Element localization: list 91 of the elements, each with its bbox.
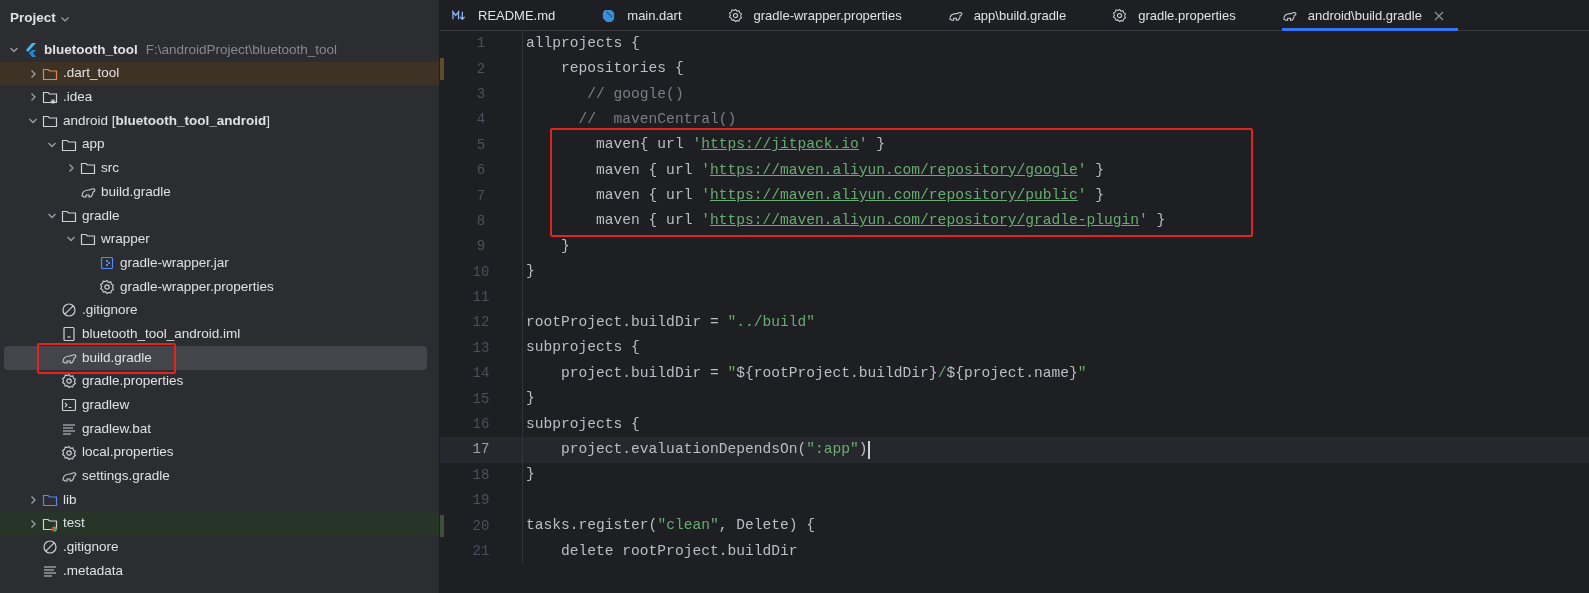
folder-icon xyxy=(80,231,96,248)
tree-item[interactable]: lib xyxy=(4,488,427,512)
terminal-icon xyxy=(61,397,77,414)
tree-item[interactable]: gradlew xyxy=(4,393,427,417)
item-label: gradle xyxy=(82,206,120,225)
tree-item[interactable]: src xyxy=(4,156,427,181)
code-line: } xyxy=(525,389,535,409)
item-label: gradle-wrapper.properties xyxy=(120,277,274,296)
tree-item[interactable]: test xyxy=(0,511,439,536)
item-label: .gitignore xyxy=(82,301,138,320)
tree-item[interactable]: android [bluetooth_tool_android] xyxy=(4,109,427,133)
tree-item[interactable]: local.properties xyxy=(4,440,427,465)
ignore-icon xyxy=(42,539,58,556)
line-number: 17 xyxy=(472,440,490,460)
gear-icon xyxy=(99,278,115,295)
file-icon xyxy=(61,326,77,343)
tree-item[interactable]: .dart_tool xyxy=(0,61,439,86)
item-label: wrapper xyxy=(101,230,150,249)
code-line: rootProject.buildDir = "../build" xyxy=(525,313,815,333)
item-label: bluetooth_tool xyxy=(44,40,138,59)
item-label: build.gradle xyxy=(101,182,171,201)
code-line: project.evaluationDependsOn(":app") xyxy=(560,440,868,459)
editor-tab[interactable]: android\build.gradle xyxy=(1281,0,1458,31)
tree-item[interactable]: gradle.properties xyxy=(4,369,427,394)
tree-item[interactable]: wrapper xyxy=(4,227,427,252)
editor-tab[interactable]: gradle-wrapper.properties xyxy=(727,0,916,31)
item-label: local.properties xyxy=(82,443,174,462)
editor-tab[interactable]: README.md xyxy=(452,0,570,31)
item-label: app xyxy=(82,135,105,154)
tree-item[interactable]: .metadata xyxy=(4,559,427,583)
tree-item[interactable]: .gitignore xyxy=(4,535,427,560)
code-line: project.buildDir = "${rootProject.buildDir}/${project.name}" xyxy=(560,363,1087,383)
tree-item[interactable]: build.gradle xyxy=(4,180,427,204)
folder-icon xyxy=(80,160,96,177)
panel-title[interactable]: Project xyxy=(10,8,56,29)
dart-icon xyxy=(601,8,617,23)
ignore-icon xyxy=(61,302,77,319)
tree-item[interactable]: settings.gradle xyxy=(4,464,427,489)
code-line: } xyxy=(525,465,535,485)
gear-icon xyxy=(61,444,77,461)
folder-icon xyxy=(42,89,58,106)
code-line: subprojects { xyxy=(525,414,640,434)
text-cursor xyxy=(867,440,870,459)
editor-tab[interactable]: app\build.gradle xyxy=(947,0,1081,31)
archive-icon xyxy=(99,255,115,272)
tree-item[interactable]: bluetooth_tool_android.iml xyxy=(4,322,427,346)
code-line: maven { url 'https://maven.aliyun.com/repository/google' } xyxy=(595,160,1105,180)
editor-tab[interactable]: main.dart xyxy=(601,0,696,31)
project-path: F:\androidProject\bluetooth_tool xyxy=(145,40,338,59)
item-label: .metadata xyxy=(63,561,124,580)
code-line: repositories { xyxy=(560,59,684,79)
item-label: bluetooth_tool_android.iml xyxy=(82,324,241,343)
item-label: .gitignore xyxy=(63,538,119,557)
item-label: build.gradle xyxy=(82,348,152,367)
code-line: } xyxy=(525,262,535,282)
code-line: delete rootProject.buildDir xyxy=(560,541,798,561)
tree-item[interactable]: app xyxy=(4,132,427,157)
item-label: .idea xyxy=(63,88,93,107)
item-label: gradlew.bat xyxy=(82,419,152,438)
item-label: test xyxy=(63,514,85,533)
code-line: maven{ url 'https://jitpack.io' } xyxy=(595,135,886,155)
gear-icon xyxy=(1112,8,1128,23)
editor-tab[interactable]: gradle.properties xyxy=(1112,0,1250,31)
tree-item[interactable]: gradle xyxy=(4,203,427,228)
code-line: maven { url 'https://maven.aliyun.com/repository/public' } xyxy=(595,186,1105,206)
item-label: src xyxy=(101,159,119,178)
item-label: lib xyxy=(63,490,77,509)
code-line: maven { url 'https://maven.aliyun.com/repository/gradle-plugin' } xyxy=(595,211,1166,231)
markdown-icon xyxy=(452,8,467,23)
code-line: } xyxy=(560,236,570,256)
code-line: // mavenCentral() xyxy=(577,109,737,129)
tree-item[interactable]: gradle-wrapper.jar xyxy=(4,251,427,275)
code-line: allprojects { xyxy=(525,33,640,53)
tree-item[interactable]: gradlew.bat xyxy=(4,417,427,441)
tree-item[interactable]: .gitignore xyxy=(4,298,427,323)
code-line: subprojects { xyxy=(525,338,640,358)
item-label: gradle.properties xyxy=(82,372,184,391)
item-label: gradle-wrapper.jar xyxy=(120,253,229,272)
code-line: // google() xyxy=(586,84,684,104)
item-label: gradlew xyxy=(82,396,130,415)
item-label: .dart_tool xyxy=(63,64,120,83)
flutter-icon xyxy=(23,41,39,58)
code-line: tasks.register("clean", Delete) { xyxy=(525,516,816,536)
gear-icon xyxy=(727,8,743,23)
close-icon[interactable] xyxy=(1433,10,1444,21)
tree-item[interactable]: gradle-wrapper.properties xyxy=(4,274,427,299)
item-label: settings.gradle xyxy=(82,467,170,486)
item-label: android [bluetooth_tool_android] xyxy=(63,111,271,130)
gear-icon xyxy=(61,373,77,390)
tree-item[interactable]: bluetooth_tool F:\androidProject\bluetooth_tool xyxy=(4,38,427,62)
tree-item[interactable]: .idea xyxy=(4,85,427,110)
